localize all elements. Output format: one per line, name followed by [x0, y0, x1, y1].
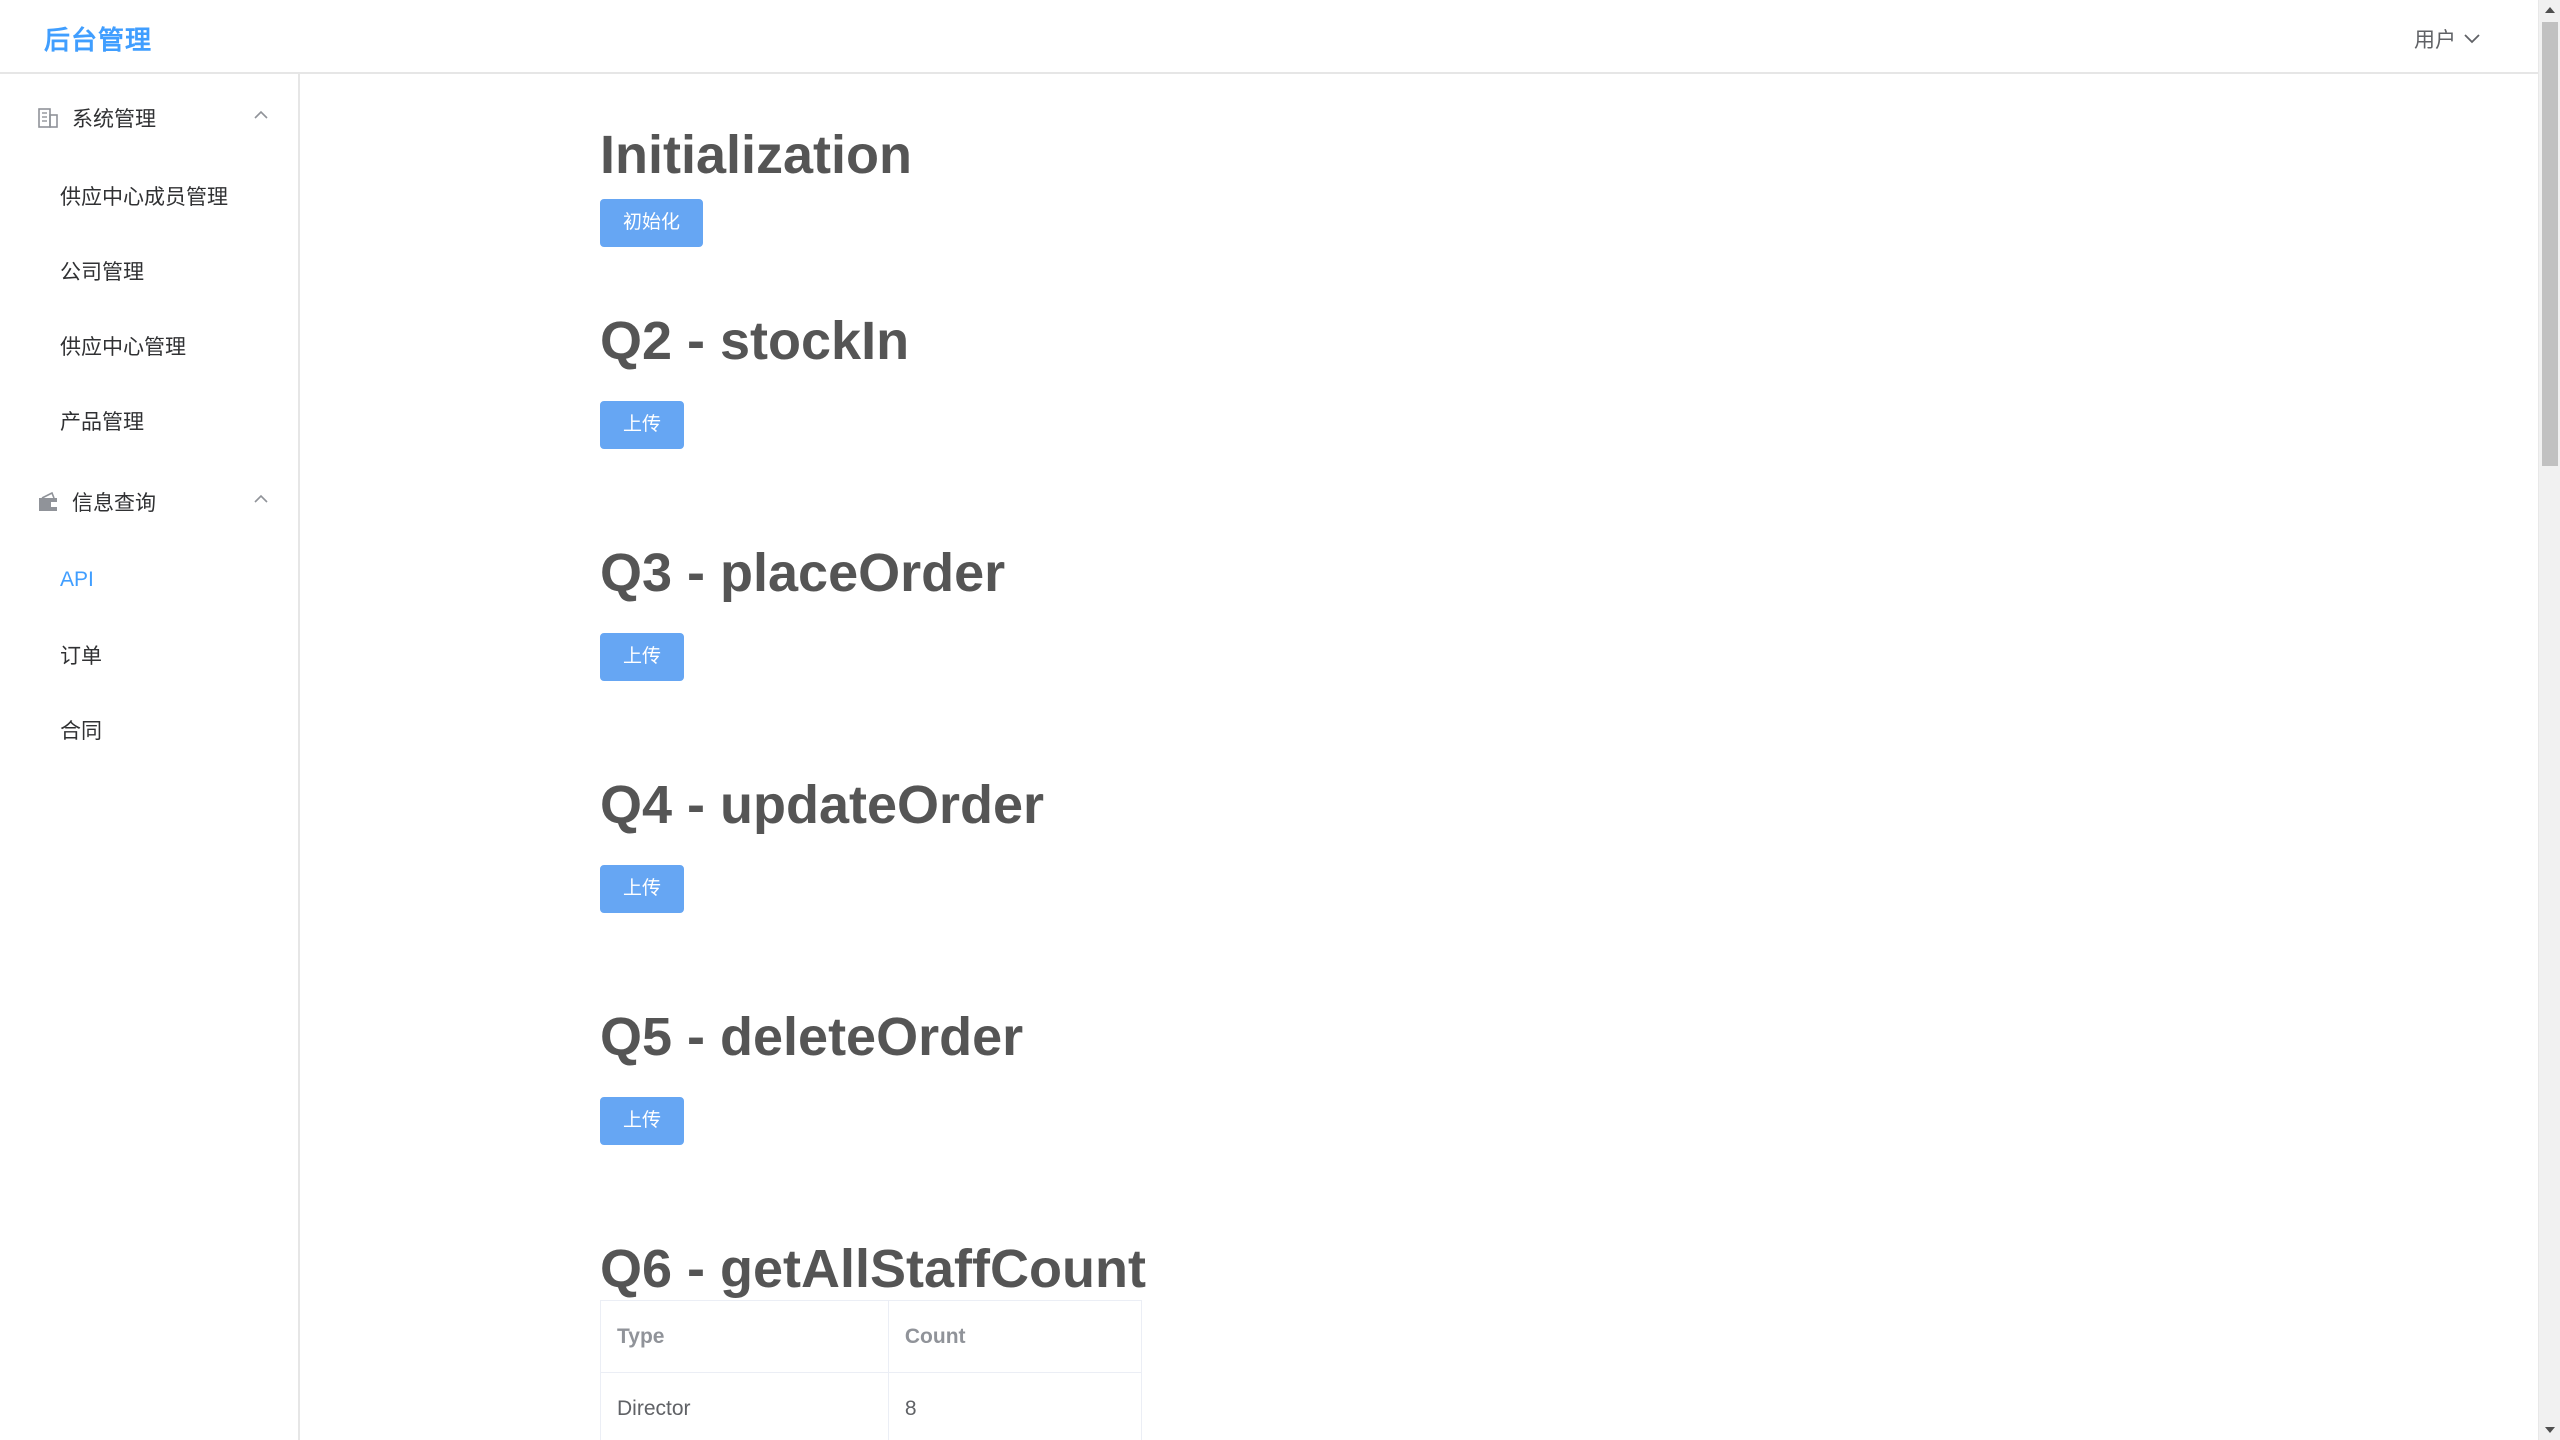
upload-deleteorder-button[interactable]: 上传	[600, 1097, 685, 1145]
upload-stockin-button[interactable]: 上传	[600, 401, 685, 449]
app-logo[interactable]: 后台管理	[44, 20, 152, 57]
vertical-scrollbar[interactable]	[2538, 0, 2560, 1440]
sidebar-item-contracts[interactable]: 合同	[0, 693, 298, 767]
staff-count-table: Type Count Director 8	[600, 1300, 1143, 1440]
section-title-stockin: Q2 - stockIn	[600, 311, 910, 371]
sidebar-item-api[interactable]: API	[0, 543, 298, 617]
sidebar-item-orders[interactable]: 订单	[0, 618, 298, 692]
scroll-up-arrow-icon[interactable]	[2539, 0, 2560, 20]
column-header-count: Count	[887, 1300, 1143, 1373]
sidebar-item-label: 合同	[60, 720, 102, 743]
section-title-staffcount: Q6 - getAllStaffCount	[600, 1239, 1146, 1299]
main-content: Initialization 初始化 Q2 - stockIn 上传 Q3 - …	[300, 74, 2538, 1440]
chevron-up-icon	[254, 494, 268, 503]
sidebar-item-supply-center[interactable]: 供应中心管理	[0, 309, 298, 383]
sidebar-item-supply-members[interactable]: 供应中心成员管理	[0, 159, 298, 233]
menu-group-query[interactable]: 信息查询	[0, 462, 298, 542]
sidebar-item-product[interactable]: 产品管理	[0, 384, 298, 458]
top-header: 后台管理 用户	[0, 0, 2538, 74]
section-title-deleteorder: Q5 - deleteOrder	[600, 1007, 1024, 1067]
menu-group-system[interactable]: 系统管理	[0, 78, 298, 158]
scroll-down-arrow-icon[interactable]	[2539, 1420, 2560, 1440]
sidebar-item-label: 产品管理	[60, 411, 144, 434]
user-dropdown[interactable]: 用户	[2414, 24, 2480, 54]
initialize-button[interactable]: 初始化	[600, 199, 704, 247]
table-row: Director 8	[600, 1372, 1143, 1440]
section-title-placeorder: Q3 - placeOrder	[600, 543, 1006, 603]
table-cell-type: Director	[600, 1372, 889, 1440]
sidebar-item-company[interactable]: 公司管理	[0, 234, 298, 308]
table-cell-count: 8	[887, 1372, 1143, 1440]
menu-group-label: 系统管理	[72, 108, 156, 131]
chevron-up-icon	[254, 110, 268, 119]
sidebar-item-label: 订单	[60, 645, 102, 668]
user-label: 用户	[2414, 29, 2456, 52]
building-icon	[38, 108, 58, 128]
menu-group-label: 信息查询	[72, 492, 156, 515]
sidebar-item-label: 公司管理	[60, 261, 144, 284]
upload-updateorder-button[interactable]: 上传	[600, 865, 685, 913]
sidebar-item-label: 供应中心管理	[60, 336, 186, 359]
column-header-type: Type	[600, 1300, 889, 1373]
table-header-row: Type Count	[600, 1300, 1143, 1373]
sidebar-menu: 系统管理 供应中心成员管理 公司管理 供应中心管理 产品管理 信息查询 API …	[0, 74, 300, 1440]
scrollbar-thumb[interactable]	[2542, 22, 2558, 466]
wallet-icon	[39, 491, 57, 511]
sidebar-item-label: API	[60, 568, 94, 591]
section-title-updateorder: Q4 - updateOrder	[600, 775, 1045, 835]
chevron-down-icon	[2464, 34, 2480, 44]
sidebar-item-label: 供应中心成员管理	[60, 186, 228, 209]
upload-placeorder-button[interactable]: 上传	[600, 633, 685, 681]
section-title-initialization: Initialization	[600, 125, 913, 185]
